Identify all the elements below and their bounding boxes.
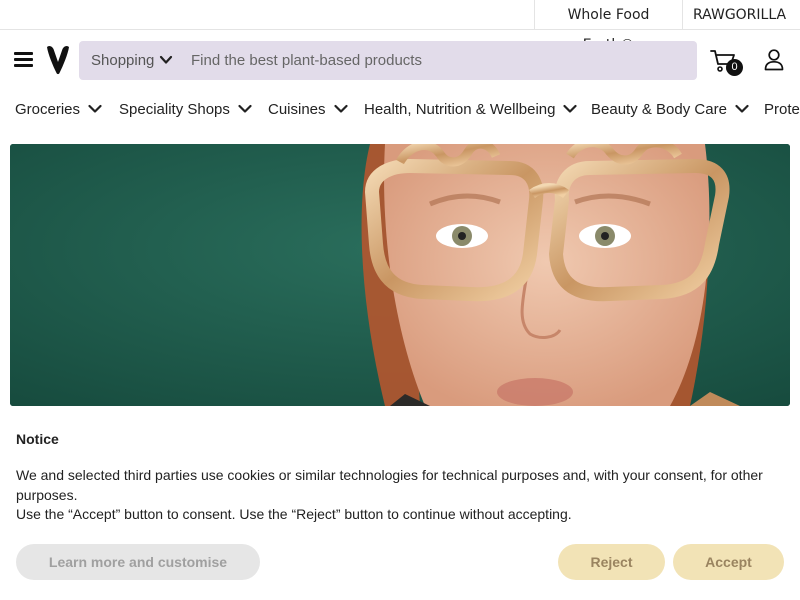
search-bar: Shopping: [79, 41, 697, 80]
chevron-down-icon: [238, 104, 252, 113]
nav-item-health-nutrition-wellbeing[interactable]: Health, Nutrition & Wellbeing: [364, 92, 578, 128]
chevron-down-icon: [735, 104, 749, 113]
reject-button[interactable]: Reject: [558, 544, 665, 580]
cookie-notice-title: Notice: [16, 431, 59, 447]
search-input[interactable]: [191, 41, 681, 80]
learn-more-button[interactable]: Learn more and customise: [16, 544, 260, 580]
cookie-notice-line: We and selected third parties use cookie…: [16, 467, 763, 503]
cookie-notice-line: Use the “Accept” button to consent. Use …: [16, 506, 572, 522]
brand-link-whole-food-earth[interactable]: Whole Food Earth®: [534, 0, 682, 53]
nav-item-label: Health, Nutrition & Wellbeing: [364, 101, 556, 118]
nav-item-label: Protei: [764, 101, 800, 118]
nav-item-speciality-shops[interactable]: Speciality Shops: [119, 92, 252, 128]
accept-button[interactable]: Accept: [673, 544, 784, 580]
chevron-down-icon: [88, 104, 102, 113]
cookie-notice-text: We and selected third parties use cookie…: [16, 466, 776, 525]
cookie-notice: Notice We and selected third parties use…: [0, 406, 800, 600]
chevron-down-icon[interactable]: [159, 53, 173, 67]
nav-item-label: Speciality Shops: [119, 101, 230, 118]
brand-strip: Whole Food Earth® RAWGORILLA: [0, 0, 800, 53]
category-nav: Groceries Speciality Shops Cuisines Heal…: [0, 92, 800, 128]
nav-item-protein[interactable]: Protei: [764, 92, 800, 128]
chevron-down-icon: [333, 104, 348, 113]
nav-item-cuisines[interactable]: Cuisines: [268, 92, 348, 128]
cart-count-badge: 0: [726, 59, 743, 76]
nav-item-label: Beauty & Body Care: [591, 101, 727, 118]
v-logo-icon[interactable]: [46, 44, 70, 76]
chevron-down-icon: [563, 104, 578, 113]
search-department-select[interactable]: Shopping: [91, 41, 154, 80]
user-account-icon[interactable]: [764, 49, 784, 71]
brand-link-rawgorilla[interactable]: RAWGORILLA: [682, 0, 790, 30]
nav-item-beauty-body-care[interactable]: Beauty & Body Care: [591, 92, 749, 128]
menu-icon[interactable]: [14, 52, 33, 68]
hero-banner[interactable]: [10, 144, 790, 406]
hero-image: [10, 144, 790, 406]
nav-item-label: Groceries: [15, 101, 81, 118]
nav-item-groceries[interactable]: Groceries: [15, 92, 102, 128]
nav-item-label: Cuisines: [268, 101, 326, 118]
